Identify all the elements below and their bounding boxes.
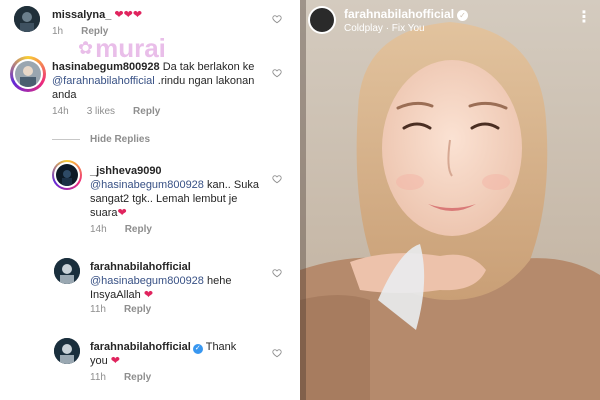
story-music[interactable]: Coldplay · Fix You <box>344 23 425 34</box>
reply-username[interactable]: farahnabilahofficial <box>90 260 266 274</box>
mention-link[interactable]: @farahnabilahofficial <box>52 75 155 87</box>
reply-button[interactable]: Reply <box>81 26 108 37</box>
avatar[interactable] <box>54 258 80 284</box>
mention-link[interactable]: @hasinabegum800928 <box>90 179 204 191</box>
story-header: farahnabilahofficial ✓ Coldplay · Fix You… <box>308 6 592 36</box>
reply-item: farahnabilahofficial @hasinabegum800928 … <box>0 254 300 316</box>
avatar-image <box>56 164 78 186</box>
reply-button[interactable]: Reply <box>124 372 151 383</box>
heart-outline-icon[interactable] <box>272 348 282 358</box>
reply-username[interactable]: _jshheva9090 <box>90 164 266 178</box>
verified-icon: ✓ <box>457 10 469 21</box>
heart-outline-icon[interactable] <box>272 14 282 24</box>
reply-item: _jshheva9090 @hasinabegum800928 kan.. Su… <box>0 158 300 238</box>
heart-emoji: ❤ <box>110 355 121 367</box>
divider <box>52 138 80 140</box>
heart-outline-icon[interactable] <box>272 174 282 184</box>
avatar-image <box>15 61 41 87</box>
verified-icon: ✓ <box>192 344 203 354</box>
mention-link[interactable]: @hasinabegum800928 <box>90 275 204 287</box>
story-viewer[interactable]: farahnabilahofficial ✓ Coldplay · Fix You… <box>300 0 600 400</box>
avatar[interactable] <box>54 162 80 188</box>
hide-replies-button[interactable]: Hide Replies <box>52 134 150 145</box>
story-username[interactable]: farahnabilahofficial <box>344 7 454 21</box>
reply-username[interactable]: farahnabilahofficial <box>90 341 191 353</box>
avatar-image <box>54 258 80 284</box>
comment-time: 1h <box>52 26 64 37</box>
comment-username[interactable]: missalyna_ <box>52 9 111 21</box>
avatar-image <box>14 6 40 32</box>
reply-button[interactable]: Reply <box>124 304 151 315</box>
reply-button[interactable]: Reply <box>133 106 160 117</box>
avatar[interactable] <box>54 338 80 364</box>
avatar[interactable] <box>13 59 43 89</box>
reply-time: 11h <box>90 372 106 383</box>
heart-emoji: ❤ <box>143 289 154 301</box>
likes-count[interactable]: 3 likes <box>87 106 115 117</box>
reply-time: 11h <box>90 304 106 315</box>
comment-username[interactable]: hasinabegum800928 <box>52 61 160 73</box>
more-vert-icon[interactable]: ⋮ <box>576 10 592 26</box>
reply-item: farahnabilahofficial ✓ Thank you ❤ 11h Rep… <box>0 334 300 390</box>
comment-time: 14h <box>52 106 69 117</box>
story-avatar[interactable] <box>308 6 336 34</box>
heart-emoji: ❤ <box>117 207 127 219</box>
comment-item: hasinabegum800928 Da tak berlakon ke @fa… <box>0 56 300 120</box>
flower-icon: ✿ <box>78 38 94 58</box>
story-photo <box>300 0 600 400</box>
comments-panel: ✿murai missalyna_ ❤❤❤ 1h Reply hasinabeg… <box>0 0 300 400</box>
hide-replies-label: Hide Replies <box>90 134 151 145</box>
heart-outline-icon[interactable] <box>272 268 282 278</box>
comment-text-part: Da tak berlakon ke <box>162 61 255 73</box>
reply-button[interactable]: Reply <box>125 224 152 235</box>
comment-text: ❤❤❤ <box>114 9 143 21</box>
comment-item: missalyna_ ❤❤❤ 1h Reply <box>0 4 300 40</box>
story-username-row[interactable]: farahnabilahofficial ✓ <box>344 7 469 21</box>
avatar-image <box>54 338 80 364</box>
heart-outline-icon[interactable] <box>272 68 282 78</box>
avatar[interactable] <box>14 6 40 32</box>
reply-time: 14h <box>90 224 107 235</box>
